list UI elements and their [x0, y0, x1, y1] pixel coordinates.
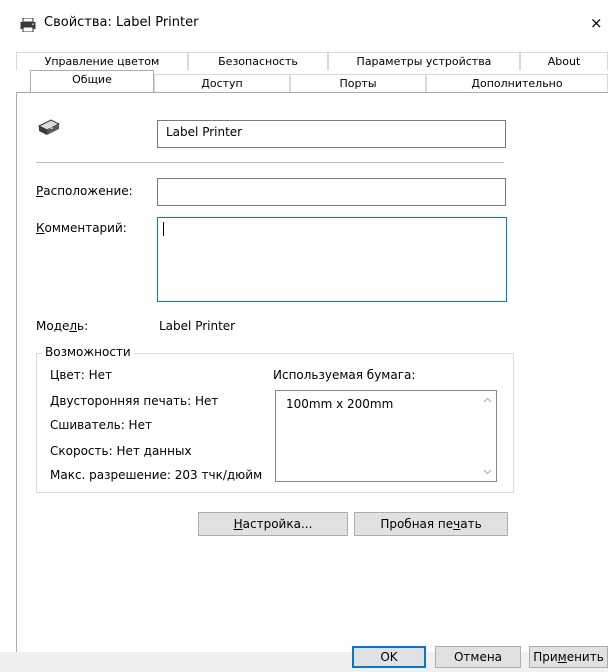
max-resolution-capability: Макс. разрешение: 203 тчк/дюйм [50, 468, 263, 482]
tab-general[interactable]: Общие [30, 70, 154, 92]
text-caret [163, 222, 164, 236]
capabilities-legend: Возможности [42, 345, 134, 359]
model-label-prefix: Моде [36, 319, 70, 333]
model-value: Label Printer [159, 319, 236, 333]
cancel-button[interactable]: Отмена [435, 646, 521, 668]
color-capability: Цвет: Нет [50, 368, 113, 382]
comment-label: Комментарий: [36, 221, 127, 235]
duplex-capability: Двусторонняя печать: Нет [50, 394, 219, 408]
test-label-prefix: Пробная пе [380, 517, 454, 531]
ok-button[interactable]: OK [352, 646, 426, 668]
location-label-text: асположение: [43, 184, 133, 198]
printer-icon [20, 18, 36, 32]
close-button[interactable]: × [590, 14, 603, 32]
paper-label: Используемая бумага: [273, 368, 416, 382]
printer-name-field[interactable]: Label Printer [157, 120, 506, 148]
location-field[interactable] [157, 178, 506, 206]
tab-color-management[interactable]: Управление цветом [16, 52, 188, 70]
model-label-accesskey: л [69, 319, 78, 333]
paper-list-item[interactable]: 100mm x 200mm [286, 397, 393, 411]
test-label-suffix: ать [460, 517, 482, 531]
listbox-scrollbar[interactable] [479, 391, 496, 481]
model-label-suffix: ь: [77, 319, 89, 333]
apply-label-suffix: енить [566, 650, 604, 664]
tab-ports[interactable]: Порты [290, 74, 426, 92]
comment-label-accesskey: К [36, 221, 45, 235]
tab-security[interactable]: Безопасность [188, 52, 328, 70]
tab-device-settings[interactable]: Параметры устройства [328, 52, 520, 70]
window-title: Свойства: Label Printer [44, 15, 199, 30]
paper-listbox[interactable]: 100mm x 200mm [275, 390, 497, 482]
setup-accesskey: Н [233, 517, 243, 531]
model-label: Модель: [36, 319, 88, 333]
print-test-page-button[interactable]: Пробная печать [354, 512, 508, 536]
setup-button[interactable]: Настройка... [198, 512, 348, 536]
scroll-up-icon[interactable] [483, 396, 492, 405]
apply-button[interactable]: Применить [529, 646, 608, 668]
scroll-down-icon[interactable] [483, 467, 492, 476]
printer-large-icon [37, 119, 61, 135]
tab-strip: Управление цветом Безопасность Параметры… [16, 46, 608, 92]
tab-advanced[interactable]: Дополнительно [426, 74, 608, 92]
comment-label-text: омментарий: [44, 221, 127, 235]
tab-sharing[interactable]: Доступ [154, 74, 290, 92]
staple-capability: Сшиватель: Нет [50, 418, 152, 432]
separator [36, 162, 504, 163]
apply-label-prefix: При [533, 650, 558, 664]
apply-accesskey: м [557, 650, 567, 664]
setup-label: астройка... [242, 517, 313, 531]
comment-textarea[interactable] [157, 217, 507, 302]
speed-capability: Скорость: Нет данных [50, 444, 192, 458]
location-label: Расположение: [36, 184, 133, 198]
tab-about[interactable]: About [520, 52, 608, 70]
